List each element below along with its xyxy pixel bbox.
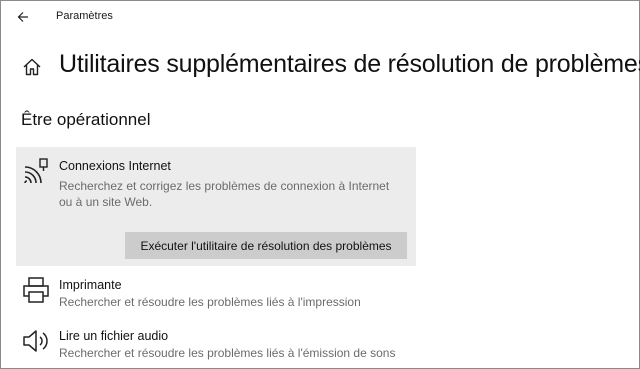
- troubleshooter-description: Rechercher et résoudre les problèmes lié…: [59, 346, 396, 360]
- section-heading: Être opérationnel: [21, 110, 151, 129]
- troubleshooter-printer[interactable]: Imprimante Rechercher et résoudre les pr…: [21, 275, 411, 311]
- back-arrow-icon: [17, 12, 28, 22]
- troubleshooter-description: Rechercher et résoudre les problèmes lié…: [59, 295, 361, 309]
- printer-icon: [23, 277, 49, 303]
- app-title: Paramètres: [56, 10, 113, 22]
- title-bar: Paramètres: [1, 1, 639, 33]
- wifi-icon: [24, 158, 48, 184]
- run-troubleshooter-label: Exécuter l'utilitaire de résolution des …: [140, 238, 392, 253]
- page-title: Utilitaires supplémentaires de résolutio…: [59, 50, 640, 78]
- home-icon[interactable]: [21, 56, 43, 78]
- troubleshooter-name: Connexions Internet: [59, 159, 171, 173]
- run-troubleshooter-button[interactable]: Exécuter l'utilitaire de résolution des …: [125, 232, 407, 259]
- speaker-icon: [23, 330, 48, 352]
- troubleshooter-description: Recherchez et corrigez les problèmes de …: [59, 179, 390, 209]
- troubleshooter-audio[interactable]: Lire un fichier audio Rechercher et réso…: [21, 326, 411, 362]
- back-button[interactable]: [11, 5, 35, 29]
- troubleshooter-internet[interactable]: Connexions Internet Recherchez et corrig…: [21, 156, 411, 216]
- troubleshooter-name: Lire un fichier audio: [59, 329, 169, 343]
- troubleshooter-name: Imprimante: [59, 278, 122, 292]
